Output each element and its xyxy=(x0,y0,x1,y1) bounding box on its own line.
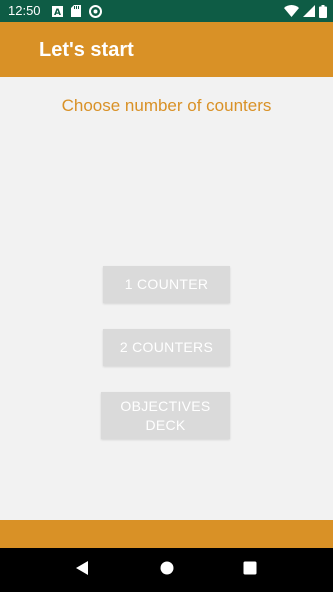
back-icon xyxy=(75,560,89,581)
status-notification-icons: A xyxy=(52,4,102,18)
objectives-deck-button[interactable]: OBJECTIVES DECK xyxy=(101,392,230,439)
sd-card-icon xyxy=(71,5,81,17)
navigation-bar xyxy=(0,548,333,592)
text-a-icon: A xyxy=(52,5,63,17)
back-button[interactable] xyxy=(70,558,94,582)
wifi-icon xyxy=(284,5,299,17)
one-counter-button[interactable]: 1 COUNTER xyxy=(103,266,230,303)
signal-icon xyxy=(303,5,315,17)
app-bar: Let's start xyxy=(0,22,333,77)
choose-counters-heading: Choose number of counters xyxy=(61,96,272,115)
two-counters-button[interactable]: 2 COUNTERS xyxy=(103,329,230,366)
home-icon xyxy=(160,561,174,580)
battery-icon xyxy=(319,4,327,18)
page-title: Let's start xyxy=(39,39,134,61)
home-button[interactable] xyxy=(155,558,179,582)
status-bar: 12:50 A xyxy=(0,0,333,22)
status-system-icons xyxy=(284,4,327,18)
status-time: 12:50 xyxy=(8,3,41,18)
recents-button[interactable] xyxy=(238,558,262,582)
main-content: Choose number of counters 1 COUNTER 2 CO… xyxy=(0,77,333,520)
sync-circle-icon xyxy=(89,4,102,18)
svg-text:A: A xyxy=(54,8,61,17)
bottom-bar xyxy=(0,520,333,548)
recents-icon xyxy=(243,561,257,580)
